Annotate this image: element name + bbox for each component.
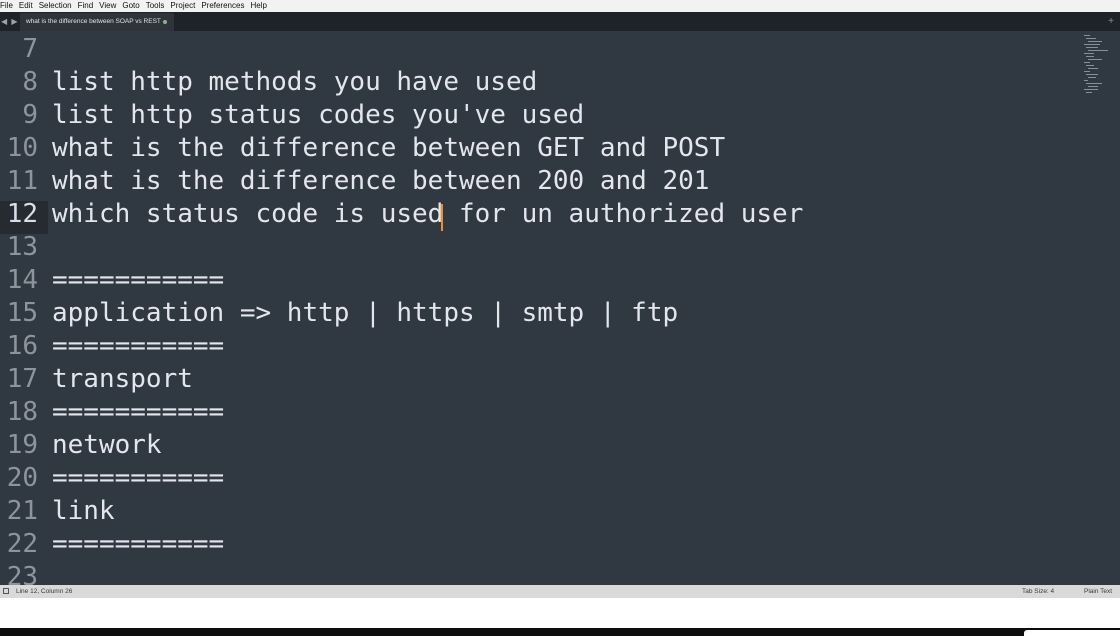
line-number: 10 [6,133,38,163]
line-text[interactable]: which status code is used for un authori… [52,199,803,229]
code-line[interactable]: 9 list http status codes you've used [0,99,1080,132]
line-number: 14 [6,265,38,295]
line-number: 15 [6,298,38,328]
line-number: 18 [6,397,38,427]
line-number: 7 [22,34,38,64]
line-text[interactable]: =========== [52,331,224,361]
code-line[interactable]: 16 =========== [0,330,1080,363]
code-line[interactable]: 18 =========== [0,396,1080,429]
menu-bar: File Edit Selection Find View Goto Tools… [0,0,1120,12]
line-text[interactable]: =========== [52,397,224,427]
line-number: 16 [6,331,38,361]
add-tab-icon[interactable]: + [1108,12,1114,31]
code-line[interactable]: 13 [0,231,1080,264]
minimap-line [1088,68,1098,69]
syntax-selector[interactable]: Plain Text [1084,585,1112,598]
menu-help[interactable]: Help [250,0,272,12]
menu-file[interactable]: File [0,0,19,12]
line-number: 20 [6,463,38,493]
code-line[interactable]: 21 link [0,495,1080,528]
code-line[interactable]: 11 what is the difference between 200 and… [0,165,1080,198]
unsaved-dot-icon[interactable] [163,20,167,24]
menu-selection[interactable]: Selection [39,0,78,12]
minimap-line [1086,47,1098,48]
line-number: 12 [6,199,38,229]
menu-edit[interactable]: Edit [19,0,39,12]
tab-active[interactable]: what is the difference between SOAP vs R… [20,13,174,31]
code-line[interactable]: 12 which status code is used for un autho… [0,198,1080,231]
text-cursor [441,204,443,231]
tab-nav-arrows-icon[interactable]: ◀ ▶ [0,12,21,31]
minimap-line [1084,44,1100,45]
minimap-line [1084,35,1090,36]
line-number: 17 [6,364,38,394]
tab-size-selector[interactable]: Tab Size: 4 [1022,585,1054,598]
minimap-line [1084,62,1090,63]
minimap-line [1086,56,1094,57]
menu-project[interactable]: Project [170,0,201,12]
code-line[interactable]: 20 =========== [0,462,1080,495]
line-text[interactable]: what is the difference between 200 and 2… [52,166,709,196]
minimap-line [1088,50,1108,51]
code-line[interactable]: 17 transport [0,363,1080,396]
code-line[interactable]: 7 [0,33,1080,66]
code-line[interactable]: 19 network [0,429,1080,462]
line-text[interactable]: =========== [52,265,224,295]
editor[interactable]: 7 8 list http methods you have used 9 list h… [0,31,1120,585]
minimap-line [1084,71,1090,72]
line-number: 9 [22,100,38,130]
cursor-position: Line 12, Column 26 [16,588,73,595]
code-line[interactable]: 15 application => http | https | smtp | f… [0,297,1080,330]
menu-preferences[interactable]: Preferences [201,0,250,12]
line-text[interactable]: list http status codes you've used [52,100,584,130]
line-number: 21 [6,496,38,526]
menu-find[interactable]: Find [78,0,100,12]
line-text[interactable]: application => http | https | smtp | ftp [52,298,678,328]
tab-bar: ◀ ▶ what is the difference between SOAP … [0,12,1120,32]
taskbar-strip [0,628,1120,636]
minimap-line [1086,38,1096,39]
menu-tools[interactable]: Tools [146,0,171,12]
minimap-line [1086,74,1098,75]
panel-toggle-icon[interactable] [3,588,9,594]
status-bar: Line 12, Column 26 Tab Size: 4 Plain Tex… [0,585,1120,598]
minimap-line [1088,77,1096,78]
minimap-line [1084,53,1094,54]
code-line[interactable]: 14 =========== [0,264,1080,297]
line-number: 22 [6,529,38,559]
line-text[interactable]: =========== [52,463,224,493]
line-text[interactable]: =========== [52,529,224,559]
minimap-line [1084,89,1098,90]
code-line[interactable]: 22 =========== [0,528,1080,561]
line-number: 13 [6,232,38,262]
line-number: 19 [6,430,38,460]
minimap-line [1088,59,1102,60]
line-text[interactable]: list http methods you have used [52,67,537,97]
line-text[interactable]: network [52,430,162,460]
code-line[interactable]: 23 [0,561,1080,585]
tab-title: what is the difference between SOAP vs R… [26,18,161,25]
line-number: 11 [6,166,38,196]
code-line[interactable]: 10 what is the difference between GET and… [0,132,1080,165]
minimap-line [1086,83,1102,84]
menu-view[interactable]: View [99,0,122,12]
menu-goto[interactable]: Goto [122,0,145,12]
minimap-line [1084,80,1088,81]
minimap[interactable] [1084,31,1114,101]
line-text[interactable]: what is the difference between GET and P… [52,133,725,163]
window-bottom-area [0,598,1120,628]
minimap-line [1086,65,1094,66]
line-number: 8 [22,67,38,97]
line-text[interactable]: link [52,496,115,526]
taskbar-item [1024,630,1120,636]
minimap-line [1086,92,1092,93]
line-text[interactable]: transport [52,364,193,394]
minimap-line [1088,41,1102,42]
minimap-line [1088,86,1098,87]
line-number: 23 [6,562,38,585]
code-line[interactable]: 8 list http methods you have used [0,66,1080,99]
